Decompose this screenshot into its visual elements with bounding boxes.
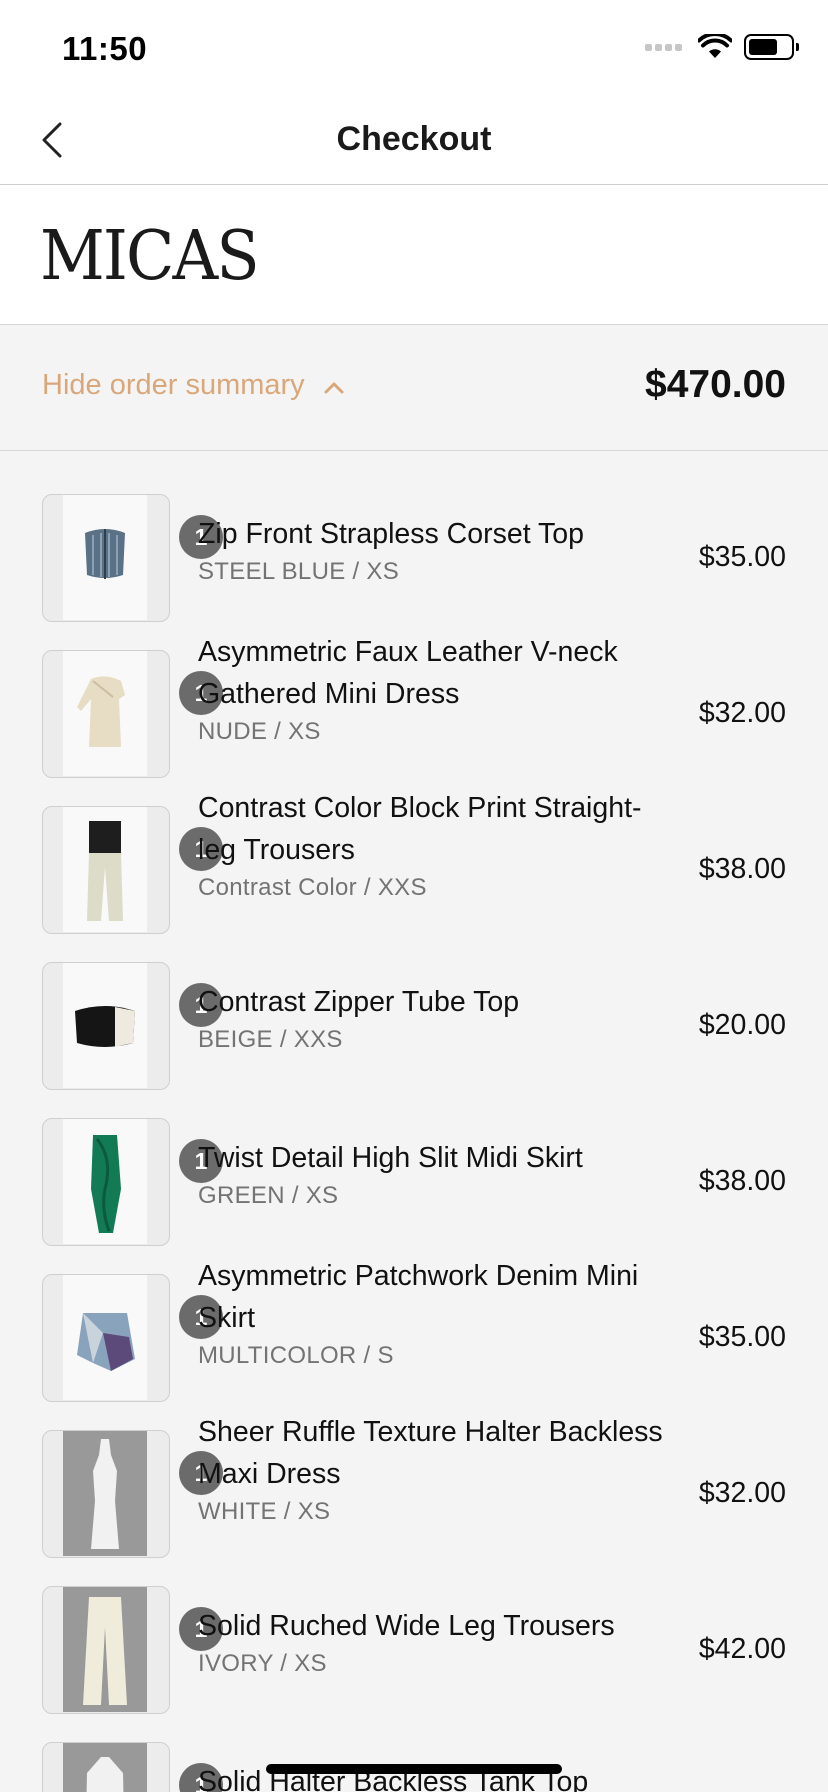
item-price: $32.00 xyxy=(698,697,786,729)
denim-skirt-image xyxy=(77,1313,135,1371)
tank-top-image xyxy=(86,1757,124,1792)
list-item: 1 Twist Detail High Slit Midi Skirt GREE… xyxy=(0,1075,828,1246)
status-bar: 11:50 xyxy=(0,0,828,96)
order-total: $470.00 xyxy=(645,363,786,406)
item-variant: STEEL BLUE / XS xyxy=(198,558,400,585)
item-name: Twist Detail High Slit Midi Skirt xyxy=(198,1142,583,1174)
mini-dress-image xyxy=(77,676,125,747)
list-item: 1 Asymmetric Faux Leather V-neck Gathere… xyxy=(0,607,828,778)
item-variant: IVORY / XS xyxy=(198,1650,327,1677)
item-variant: GREEN / XS xyxy=(198,1182,339,1209)
list-item: 1 Zip Front Strapless Corset Top STEEL B… xyxy=(0,451,828,622)
checkout-header: Checkout xyxy=(0,96,828,185)
item-info: Contrast Zipper Tube Top BEIGE / XXS xyxy=(198,981,668,1057)
item-info: Sheer Ruffle Texture Halter Backless Max… xyxy=(198,1411,668,1529)
item-price: $35.00 xyxy=(698,1321,786,1353)
list-item: 1 Asymmetric Patchwork Denim Mini Skirt … xyxy=(0,1231,828,1402)
product-thumbnail: 1 xyxy=(42,1742,223,1792)
item-info: Solid Ruched Wide Leg Trousers IVORY / X… xyxy=(198,1605,668,1681)
item-price: $35.00 xyxy=(698,541,786,573)
product-thumbnail: 1 xyxy=(42,650,223,778)
home-indicator[interactable] xyxy=(266,1764,562,1774)
item-variant: NUDE / XS xyxy=(198,718,321,745)
brand-header: MICAS xyxy=(0,185,828,325)
order-summary-toggle-label: Hide order summary xyxy=(42,369,305,401)
product-thumbnail: 1 xyxy=(42,1586,223,1714)
status-icons xyxy=(645,34,799,60)
item-price: $32.00 xyxy=(698,1477,786,1509)
item-price: $38.00 xyxy=(698,1165,786,1197)
wifi-icon xyxy=(698,34,732,58)
brand-logo: MICAS xyxy=(40,217,260,296)
wide-leg-trousers-image xyxy=(83,1597,127,1705)
maxi-dress-image xyxy=(91,1439,119,1549)
battery-icon xyxy=(744,34,799,60)
midi-skirt-image xyxy=(91,1135,121,1233)
corset-top-image xyxy=(85,529,125,579)
item-variant: WHITE / XS xyxy=(198,1498,331,1525)
product-thumbnail: 1 xyxy=(42,1274,223,1402)
item-name: Contrast Color Block Print Straight-leg … xyxy=(198,792,642,866)
item-variant: Contrast Color / XXS xyxy=(198,874,427,901)
product-thumbnail: 1 xyxy=(42,494,223,622)
item-info: Asymmetric Faux Leather V-neck Gathered … xyxy=(198,631,668,749)
list-item: 1 Solid Ruched Wide Leg Trousers IVORY /… xyxy=(0,1543,828,1714)
product-thumbnail: 1 xyxy=(42,806,223,934)
item-price: $42.00 xyxy=(698,1633,786,1665)
item-info: Asymmetric Patchwork Denim Mini Skirt MU… xyxy=(198,1255,668,1373)
item-name: Asymmetric Faux Leather V-neck Gathered … xyxy=(198,636,618,710)
item-info: Contrast Color Block Print Straight-leg … xyxy=(198,787,668,905)
item-variant: MULTICOLOR / S xyxy=(198,1342,394,1369)
list-item: 1 Sheer Ruffle Texture Halter Backless M… xyxy=(0,1387,828,1558)
item-name: Solid Ruched Wide Leg Trousers xyxy=(198,1610,615,1642)
list-item: 1 Solid Halter Backless Tank Top xyxy=(0,1699,828,1792)
cellular-signal-icon xyxy=(645,43,682,51)
trousers-image xyxy=(87,821,123,921)
order-items-list: 1 Zip Front Strapless Corset Top STEEL B… xyxy=(0,451,828,1792)
order-summary-toggle[interactable]: Hide order summary $470.00 xyxy=(0,325,828,451)
item-price: $38.00 xyxy=(698,853,786,885)
item-name: Zip Front Strapless Corset Top xyxy=(198,518,584,550)
tube-top-image xyxy=(75,1006,135,1047)
product-thumbnail: 1 xyxy=(42,1118,223,1246)
item-price: $20.00 xyxy=(698,1009,786,1041)
list-item: 1 Contrast Zipper Tube Top BEIGE / XXS $… xyxy=(0,919,828,1090)
item-info: Zip Front Strapless Corset Top STEEL BLU… xyxy=(198,513,668,589)
item-name: Sheer Ruffle Texture Halter Backless Max… xyxy=(198,1416,663,1490)
item-variant: BEIGE / XXS xyxy=(198,1026,343,1053)
item-name: Asymmetric Patchwork Denim Mini Skirt xyxy=(198,1260,639,1334)
chevron-up-icon xyxy=(324,382,344,394)
list-item: 1 Contrast Color Block Print Straight-le… xyxy=(0,763,828,934)
product-thumbnail: 1 xyxy=(42,962,223,1090)
item-info: Twist Detail High Slit Midi Skirt GREEN … xyxy=(198,1137,668,1213)
product-thumbnail: 1 xyxy=(42,1430,223,1558)
item-name: Contrast Zipper Tube Top xyxy=(198,986,520,1018)
page-title: Checkout xyxy=(336,120,492,158)
status-time: 11:50 xyxy=(62,30,148,67)
